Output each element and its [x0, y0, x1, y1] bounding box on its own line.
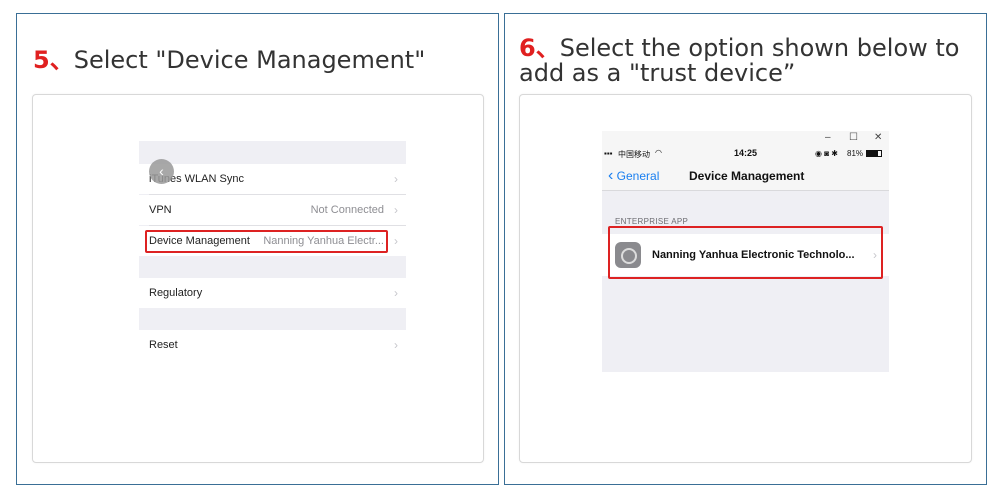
settings-row-reset[interactable]: Reset › — [139, 330, 406, 360]
settings-list: iTunes WLAN Sync › VPN Not Connected › D… — [139, 141, 406, 360]
step6-title: 6、Select the option shown below to add a… — [519, 36, 959, 86]
nav-title: Device Management — [689, 169, 805, 183]
back-icon[interactable]: ‹ — [149, 159, 174, 184]
chevron-left-icon: ‹ — [608, 167, 614, 184]
chevron-right-icon: › — [394, 234, 398, 248]
carrier-label: 中国移动 — [618, 150, 650, 159]
step5-number: 5、 — [33, 46, 74, 74]
settings-row-regulatory[interactable]: Regulatory › — [139, 278, 406, 308]
minimize-icon[interactable]: – — [825, 132, 831, 143]
chevron-right-icon: › — [394, 286, 398, 300]
step6-number: 6、 — [519, 34, 560, 62]
phone-screen: – ☐ ✕ ▪▪▪ 中国移动 ◠ 14:25 ◉ ◙ ✱ 81% ‹ Gener… — [602, 131, 889, 372]
status-bar: ▪▪▪ 中国移动 ◠ 14:25 ◉ ◙ ✱ 81% — [602, 147, 889, 161]
reset-label: Reset — [149, 339, 178, 351]
step6-text-line2: add as a "trust device” — [519, 59, 796, 87]
signal-icon: ▪▪▪ — [604, 149, 613, 158]
step5-panel: 5、Select "Device Management" iTunes WLAN… — [16, 13, 499, 485]
settings-row-vpn[interactable]: VPN Not Connected › — [139, 195, 406, 225]
section-header: ENTERPRISE APP — [615, 217, 689, 226]
nav-bar: ‹ General Device Management — [602, 161, 889, 191]
battery-percent: 81% — [847, 149, 864, 158]
maximize-icon[interactable]: ☐ — [849, 132, 858, 143]
vpn-label: VPN — [149, 204, 172, 216]
wifi-icon: ◠ — [655, 148, 662, 157]
window-titlebar: – ☐ ✕ — [602, 131, 889, 147]
step5-text: Select "Device Management" — [73, 46, 426, 74]
chevron-right-icon: › — [394, 338, 398, 352]
chevron-right-icon: › — [394, 203, 398, 217]
status-time: 14:25 — [734, 148, 758, 158]
step6-panel: 6、Select the option shown below to add a… — [504, 13, 987, 485]
highlight-box — [145, 230, 388, 253]
settings-row-itunes-wlan-sync[interactable]: iTunes WLAN Sync › — [139, 164, 406, 194]
battery-icon — [866, 150, 882, 157]
back-label: General — [616, 169, 660, 183]
step6-screenshot-card: – ☐ ✕ ▪▪▪ 中国移动 ◠ 14:25 ◉ ◙ ✱ 81% ‹ Gener… — [519, 94, 972, 463]
step6-text-line1: Select the option shown below to — [559, 34, 960, 62]
step5-title: 5、Select "Device Management" — [33, 48, 425, 73]
chevron-right-icon: › — [394, 172, 398, 186]
regulatory-label: Regulatory — [149, 287, 203, 299]
lock-rotation-icon: ◉ ◙ ✱ — [815, 149, 838, 158]
step5-screenshot-card: iTunes WLAN Sync › VPN Not Connected › D… — [32, 94, 484, 463]
back-button[interactable]: ‹ General — [608, 167, 659, 185]
close-icon[interactable]: ✕ — [874, 132, 882, 143]
highlight-box — [608, 226, 883, 279]
vpn-status: Not Connected — [310, 204, 384, 216]
